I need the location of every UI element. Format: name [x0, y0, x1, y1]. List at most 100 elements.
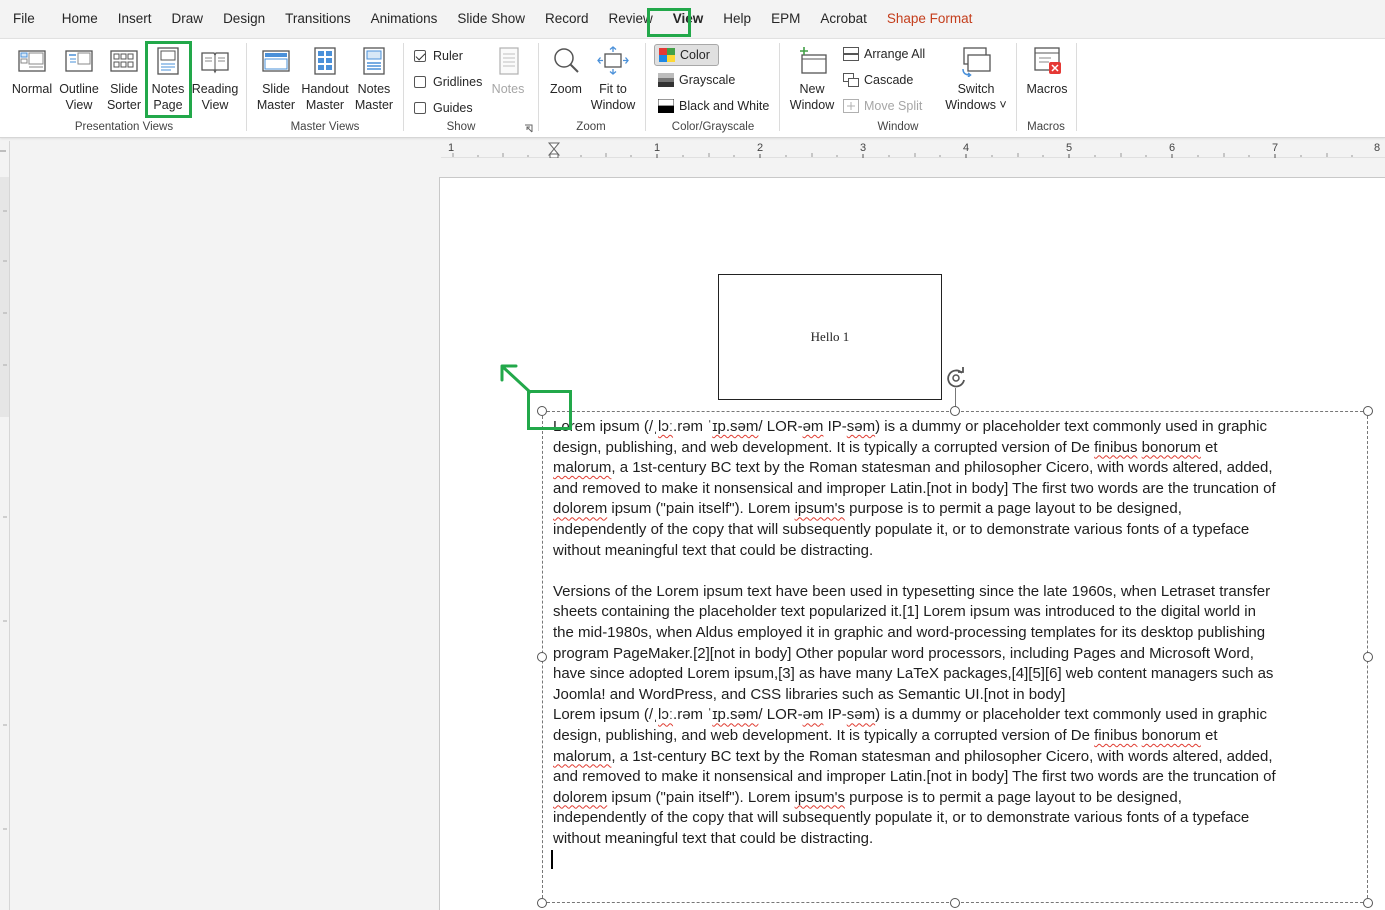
notes-line: independently of the copy that will subs… [553, 809, 1250, 827]
resize-handle-top[interactable] [950, 406, 960, 416]
macros-button[interactable]: Macros [1024, 45, 1070, 97]
notes-line: sheets containing the placeholder text p… [553, 603, 1256, 621]
notes-line: design, publishing, and web development.… [553, 438, 1218, 456]
slide-thumbnail[interactable]: Hello 1 [718, 274, 942, 400]
tab-epm[interactable]: EPM [761, 5, 810, 33]
fit-to-window-button[interactable]: Fit to Window [590, 45, 636, 113]
ruler-number: 8 [1374, 142, 1381, 154]
arrange-all-label: Arrange All [864, 47, 926, 61]
new-window-button[interactable]: New Window [788, 45, 836, 113]
black-and-white-button[interactable]: Black and White [658, 99, 769, 113]
separator [1076, 43, 1077, 131]
reading-view-button[interactable]: Reading View [192, 45, 238, 113]
slide-master-label: Slide Master [256, 82, 296, 112]
vertical-ruler[interactable] [0, 141, 10, 910]
slide-master-button[interactable]: Slide Master [256, 45, 296, 113]
guides-checkbox[interactable]: Guides [414, 101, 473, 115]
separator [403, 43, 404, 131]
gridlines-checkbox[interactable]: Gridlines [414, 75, 482, 89]
tab-animations[interactable]: Animations [361, 5, 448, 33]
presentation-views-group-label: Presentation Views [74, 121, 174, 133]
tab-help[interactable]: Help [713, 5, 761, 33]
handout-master-label: Handout Master [301, 82, 349, 112]
reading-view-label: Reading View [191, 82, 239, 112]
slide-thumbnail-title: Hello 1 [810, 329, 850, 344]
tab-shape-format[interactable]: Shape Format [877, 5, 983, 33]
resize-handle-right[interactable] [1363, 652, 1373, 662]
notes-line: dolorem ipsum ("pain itself"). Lorem ips… [553, 500, 1182, 518]
move-split-label: Move Split [864, 99, 923, 113]
black-and-white-label: Black and White [679, 99, 770, 113]
notes-toggle-button[interactable]: Notes [488, 45, 528, 97]
fit-to-window-icon [597, 46, 629, 75]
notes-text[interactable]: Lorem ipsum (/ˌlɔː.rəm ˈɪp.səm/ LOR-əm I… [553, 417, 1363, 849]
grayscale-button[interactable]: Grayscale [658, 73, 735, 87]
handout-master-button[interactable]: Handout Master [299, 45, 351, 113]
normal-label: Normal [11, 82, 53, 96]
color-label: Color [680, 48, 710, 62]
vertical-ruler-ticks [0, 150, 9, 830]
resize-handle-left[interactable] [537, 652, 547, 662]
guides-label: Guides [433, 101, 473, 115]
handout-master-icon [314, 47, 336, 75]
outline-view-button[interactable]: Outline View [57, 45, 101, 113]
tab-home[interactable]: Home [52, 5, 108, 33]
slide-sorter-button[interactable]: Slide Sorter [104, 45, 144, 113]
tab-transitions[interactable]: Transitions [275, 5, 361, 33]
resize-handle-top-left[interactable] [537, 406, 547, 416]
tab-review[interactable]: Review [599, 5, 663, 33]
rotate-handle-stem [955, 388, 956, 408]
resize-handle-bottom-right[interactable] [1363, 898, 1373, 908]
tab-record[interactable]: Record [535, 5, 599, 33]
ruler-checkbox-box [414, 50, 426, 62]
cascade-button[interactable]: Cascade [843, 73, 913, 87]
notes-page-button[interactable]: Notes Page [148, 45, 188, 113]
text-cursor [551, 850, 553, 869]
menu-bar: File Home Insert Draw Design Transitions… [0, 0, 1385, 38]
grayscale-label: Grayscale [679, 73, 736, 87]
tab-insert[interactable]: Insert [108, 5, 162, 33]
tab-view[interactable]: View [663, 5, 714, 33]
switch-windows-button[interactable]: Switch Windows ˅ [944, 45, 1008, 113]
zoom-button[interactable]: Zoom [546, 45, 586, 97]
rotate-handle-icon[interactable] [943, 366, 969, 390]
ribbon: Normal Outline View Slide Sorter Notes P… [0, 38, 1385, 138]
macros-icon [1034, 47, 1061, 74]
master-views-group-label: Master Views [290, 121, 360, 133]
color-button[interactable]: Color [654, 44, 719, 66]
ruler-ticks [452, 142, 1353, 158]
guides-checkbox-box [414, 102, 426, 114]
notes-icon [499, 47, 519, 75]
tab-design[interactable]: Design [213, 5, 275, 33]
resize-handle-bottom-left[interactable] [537, 898, 547, 908]
notes-line: Lorem ipsum (/ˌlɔː.rəm ˈɪp.səm/ LOR-əm I… [553, 706, 1267, 724]
resize-handle-bottom[interactable] [950, 898, 960, 908]
color-grayscale-group-label: Color/Grayscale [671, 121, 755, 133]
resize-handle-top-right[interactable] [1363, 406, 1373, 416]
notes-master-icon [363, 47, 385, 75]
arrange-all-button[interactable]: Arrange All [843, 47, 925, 61]
gridlines-checkbox-box [414, 76, 426, 88]
tab-file[interactable]: File [3, 5, 45, 33]
cascade-label: Cascade [864, 73, 914, 87]
cascade-icon [843, 73, 859, 87]
show-dialog-launcher-icon[interactable] [524, 124, 533, 133]
gridlines-label: Gridlines [433, 75, 483, 89]
notes-line: Versions of the Lorem ipsum text have be… [553, 582, 1271, 600]
tab-slide-show[interactable]: Slide Show [447, 5, 535, 33]
tab-draw[interactable]: Draw [162, 5, 214, 33]
move-split-button[interactable]: Move Split [843, 99, 922, 113]
horizontal-ruler[interactable]: 1 1 2 3 4 5 6 7 8 [441, 141, 1385, 158]
notes-line: the mid-1980s, when Aldus employed it in… [553, 623, 1266, 641]
normal-view-button[interactable]: Normal [11, 45, 53, 97]
new-window-label: New Window [789, 82, 835, 112]
slide-sorter-icon [110, 50, 138, 72]
notes-master-label: Notes Master [354, 82, 394, 112]
notes-line: without meaningful text that could be di… [553, 829, 874, 847]
notes-master-button[interactable]: Notes Master [354, 45, 394, 113]
ruler-checkbox[interactable]: Ruler [414, 49, 463, 63]
tab-acrobat[interactable]: Acrobat [810, 5, 877, 33]
notes-line: malorum, a 1st-century BC text by the Ro… [553, 747, 1273, 765]
notes-line: and removed to make it nonsensical and i… [553, 768, 1276, 786]
